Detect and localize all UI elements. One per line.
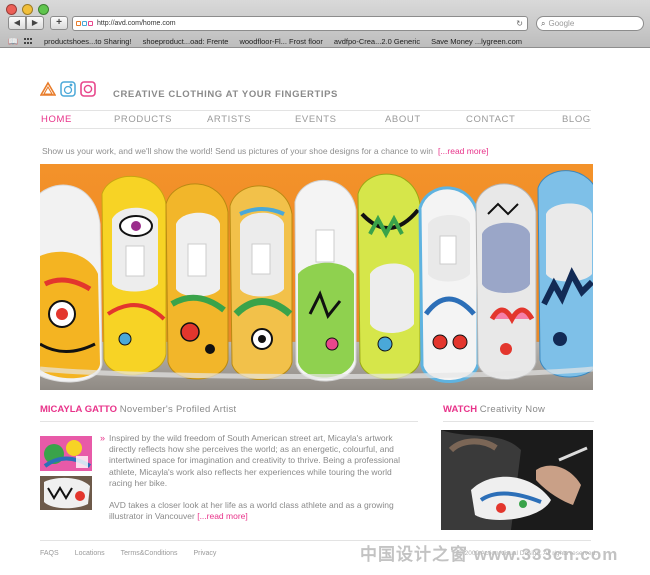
shoe-8 xyxy=(475,183,537,380)
footer-link-terms[interactable]: Terms&Conditions xyxy=(121,550,178,557)
profile-heading: MICAYLA GATTO November's Profiled Artist xyxy=(40,404,237,415)
watch-title: Creativity Now xyxy=(479,404,546,415)
artist-thumbnail-2[interactable] xyxy=(40,476,92,510)
forward-arrow-icon[interactable]: ▶ xyxy=(26,16,44,30)
shoe-7 xyxy=(418,186,480,383)
nav-home[interactable]: HOME xyxy=(41,114,72,125)
bookmark-item[interactable]: Save Money ...lygreen.com xyxy=(431,37,522,46)
address-bar[interactable]: http://avd.com/home.com ↻ xyxy=(72,16,528,31)
footer-link-locations[interactable]: Locations xyxy=(75,550,105,557)
intro-read-more-link[interactable]: [...read more] xyxy=(438,146,489,156)
search-icon: ⌕ xyxy=(541,18,546,28)
bookmark-item[interactable]: woodfloor-Fl... Frost floor xyxy=(239,37,322,46)
profile-title: November's Profiled Artist xyxy=(119,404,237,415)
bookmark-item[interactable]: avdfpo-Crea...2.0 Generic xyxy=(334,37,420,46)
nav-products[interactable]: PRODUCTS xyxy=(114,114,172,125)
nav-about[interactable]: ABOUT xyxy=(385,114,421,125)
article-paragraph: Inspired by the wild freedom of South Am… xyxy=(109,433,401,488)
video-player[interactable] xyxy=(441,430,593,530)
divider xyxy=(40,110,591,111)
intro-text: Show us your work, and we'll show the wo… xyxy=(42,146,433,156)
article-paragraph: AVD takes a closer look at her life as a… xyxy=(109,500,409,522)
nav-contact[interactable]: CONTACT xyxy=(466,114,515,125)
search-placeholder: Google xyxy=(548,19,575,28)
close-window-button[interactable] xyxy=(6,4,17,15)
shoe-2 xyxy=(101,175,167,376)
book-icon[interactable]: 📖 xyxy=(8,37,18,46)
shoe-1 xyxy=(40,184,103,383)
search-input[interactable]: ⌕ Google xyxy=(536,16,644,31)
minimize-window-button[interactable] xyxy=(22,4,33,15)
nav-blog[interactable]: BLOG xyxy=(562,114,591,125)
window-controls xyxy=(6,4,49,15)
plus-icon[interactable]: + xyxy=(50,16,68,30)
logo-circles-icon xyxy=(60,81,76,97)
divider xyxy=(40,128,591,129)
browser-toolbar: ◀ ▶ + http://avd.com/home.com ↻ ⌕ Google… xyxy=(0,0,650,48)
nav-events[interactable]: EVENTS xyxy=(295,114,337,125)
bookmark-item[interactable]: productshoes...to Sharing! xyxy=(44,37,132,46)
artwork-thumbnail-graphic xyxy=(40,436,92,471)
watermark-text: 中国设计之窗 www.333cn.com xyxy=(360,545,619,564)
favicon xyxy=(76,21,93,26)
divider xyxy=(443,421,594,422)
shoe-3 xyxy=(165,183,229,380)
artist-thumbnail-1[interactable] xyxy=(40,436,92,471)
video-still xyxy=(441,430,593,530)
intro-banner: Show us your work, and we'll show the wo… xyxy=(42,146,489,156)
shoe-9 xyxy=(537,170,593,378)
main-nav: HOME PRODUCTS ARTISTS EVENTS ABOUT CONTA… xyxy=(40,114,591,126)
artwork-thumbnail-graphic xyxy=(40,476,92,510)
watch-label[interactable]: WATCH xyxy=(443,404,477,415)
divider xyxy=(40,421,418,422)
bullet-arrow-icon: » xyxy=(100,433,106,443)
bookmark-item[interactable]: shoeproduct...oad: Frente xyxy=(143,37,229,46)
footer-links: FAQS Locations Terms&Conditions Privacy xyxy=(40,550,216,557)
article-paragraph-text: AVD takes a closer look at her life as a… xyxy=(109,500,394,522)
url-text[interactable]: http://avd.com/home.com xyxy=(97,20,176,27)
footer-link-faqs[interactable]: FAQS xyxy=(40,550,59,557)
watch-heading: WATCH Creativity Now xyxy=(443,404,545,415)
logo-triangle-icon xyxy=(40,81,56,96)
artist-article: Inspired by the wild freedom of South Am… xyxy=(109,433,409,522)
reload-icon[interactable]: ↻ xyxy=(516,19,523,28)
hero-shoes-image[interactable] xyxy=(40,164,593,390)
back-arrow-icon[interactable]: ◀ xyxy=(8,16,26,30)
footer-link-privacy[interactable]: Privacy xyxy=(193,550,216,557)
shoes-illustration xyxy=(40,170,593,390)
shoe-6 xyxy=(357,173,421,380)
artist-name[interactable]: MICAYLA GATTO xyxy=(40,404,117,415)
article-read-more-link[interactable]: [...read more] xyxy=(197,511,248,521)
zoom-window-button[interactable] xyxy=(38,4,49,15)
shoe-4 xyxy=(229,185,293,380)
grid-icon[interactable] xyxy=(24,37,33,45)
nav-artists[interactable]: ARTISTS xyxy=(207,114,251,125)
logo-square-icon xyxy=(80,81,96,97)
avd-logo[interactable] xyxy=(40,81,96,97)
bookmarks-bar: 📖 productshoes...to Sharing! shoeproduct… xyxy=(0,35,650,47)
shoe-5 xyxy=(294,179,357,382)
site-tagline: CREATIVE CLOTHING AT YOUR FINGERTIPS xyxy=(113,89,338,100)
